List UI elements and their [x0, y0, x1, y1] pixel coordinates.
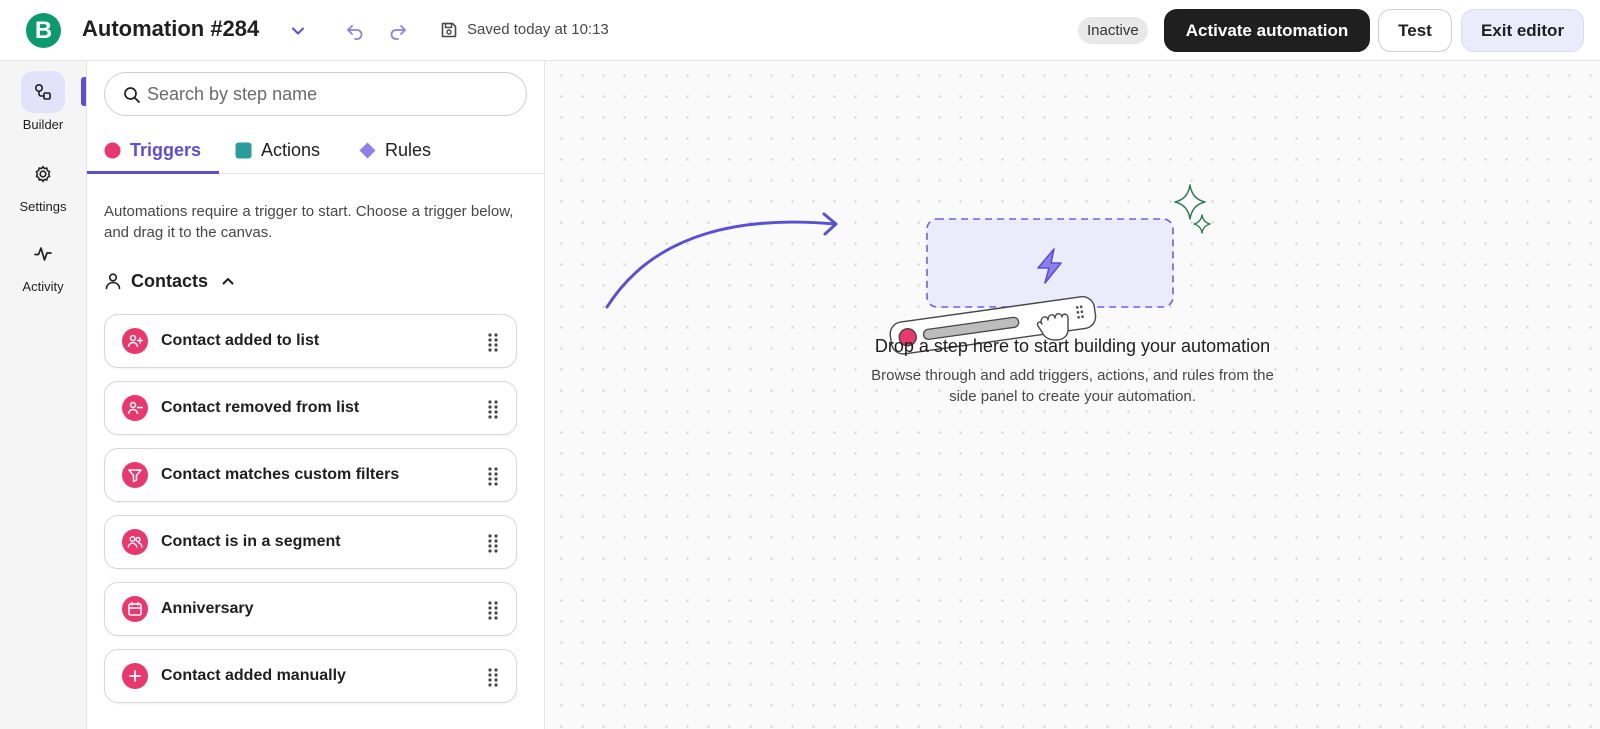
nav-rail: Builder Settings Activity	[0, 61, 87, 729]
sparkle-icon	[1174, 184, 1206, 220]
redo-icon[interactable]	[388, 21, 408, 41]
exit-editor-button[interactable]: Exit editor	[1461, 9, 1584, 52]
status-badge: Inactive	[1078, 17, 1148, 44]
drag-handle-icon[interactable]	[487, 466, 499, 486]
trigger-dot-icon	[104, 142, 121, 159]
help-text: Automations require a trigger to start. …	[104, 203, 514, 241]
search-icon	[124, 87, 140, 103]
tab-label: Actions	[261, 140, 321, 160]
drag-handle-icon[interactable]	[487, 533, 499, 553]
trigger-label: Anniversary	[161, 600, 254, 617]
tab-actions[interactable]: Actions	[235, 127, 320, 174]
person-icon	[105, 273, 121, 290]
trigger-item-contact-added-manually[interactable]: Contact added manually	[104, 649, 517, 703]
rail-label: Settings	[19, 199, 67, 214]
activity-icon	[34, 247, 52, 261]
trigger-item-contact-added-to-list[interactable]: Contact added to list	[104, 314, 517, 368]
contacts-section-header[interactable]: Contacts	[104, 269, 236, 293]
gear-icon	[35, 165, 51, 183]
tab-triggers[interactable]: Triggers	[104, 127, 201, 174]
filter-icon	[122, 462, 148, 488]
drag-handle-icon[interactable]	[487, 399, 499, 419]
rail-item-settings[interactable]: Settings	[0, 153, 86, 214]
step-type-tabs: Triggers Actions Rules	[87, 127, 544, 174]
search-input[interactable]	[147, 73, 517, 115]
trigger-label: Contact added to list	[161, 332, 320, 349]
rail-item-activity[interactable]: Activity	[0, 233, 86, 294]
search-box	[104, 72, 527, 116]
builder-icon	[34, 83, 51, 100]
tab-label: Rules	[385, 140, 432, 160]
brevo-logo[interactable]: B	[26, 13, 61, 48]
rail-label: Builder	[22, 117, 64, 132]
undo-icon[interactable]	[345, 21, 365, 41]
top-bar: B Automation #284 Saved today at 10:13 I…	[0, 0, 1600, 61]
trigger-label: Contact is in a segment	[161, 533, 341, 550]
calendar-icon	[122, 596, 148, 622]
chevron-down-icon[interactable]	[289, 22, 307, 40]
drop-subtitle: Browse through and add triggers, actions…	[871, 367, 1274, 405]
active-tab-underline	[87, 171, 219, 174]
plus-icon	[122, 663, 148, 689]
drag-handle-icon[interactable]	[487, 667, 499, 687]
save-icon	[441, 22, 457, 38]
drop-illustration	[605, 184, 1211, 355]
drop-title: Drop a step here to start building your …	[874, 336, 1271, 356]
drag-handle-icon[interactable]	[487, 600, 499, 620]
trigger-item-anniversary[interactable]: Anniversary	[104, 582, 517, 636]
automation-title[interactable]: Automation #284	[82, 16, 259, 42]
automation-canvas[interactable]: Drop a step here to start building your …	[545, 61, 1600, 729]
trigger-item-contact-is-in-a-segment[interactable]: Contact is in a segment	[104, 515, 517, 569]
activate-automation-button[interactable]: Activate automation	[1164, 9, 1370, 52]
rail-label: Activity	[22, 279, 64, 294]
trigger-item-contact-matches-custom-filters[interactable]: Contact matches custom filters	[104, 448, 517, 502]
trigger-label: Contact removed from list	[161, 399, 360, 416]
people-icon	[122, 529, 148, 555]
tab-rules[interactable]: Rules	[359, 127, 431, 174]
trigger-label: Contact added manually	[161, 667, 346, 684]
test-button[interactable]: Test	[1378, 9, 1452, 52]
rail-item-builder[interactable]: Builder	[0, 71, 86, 132]
trigger-label: Contact matches custom filters	[161, 466, 400, 483]
action-square-icon	[235, 142, 252, 159]
section-title: Contacts	[131, 270, 209, 291]
rule-diamond-icon	[359, 142, 376, 159]
trigger-item-contact-removed-from-list[interactable]: Contact removed from list	[104, 381, 517, 435]
sparkle-small-icon	[1193, 214, 1211, 234]
drag-handle-icon[interactable]	[487, 332, 499, 352]
saved-status: Saved today at 10:13	[467, 21, 609, 38]
person-plus-icon	[122, 328, 148, 354]
person-minus-icon	[122, 395, 148, 421]
curved-arrow-icon	[605, 220, 837, 309]
tab-label: Triggers	[130, 140, 202, 160]
chevron-up-icon[interactable]	[220, 273, 236, 289]
steps-panel: Triggers Actions Rules Automations requi…	[87, 61, 545, 729]
